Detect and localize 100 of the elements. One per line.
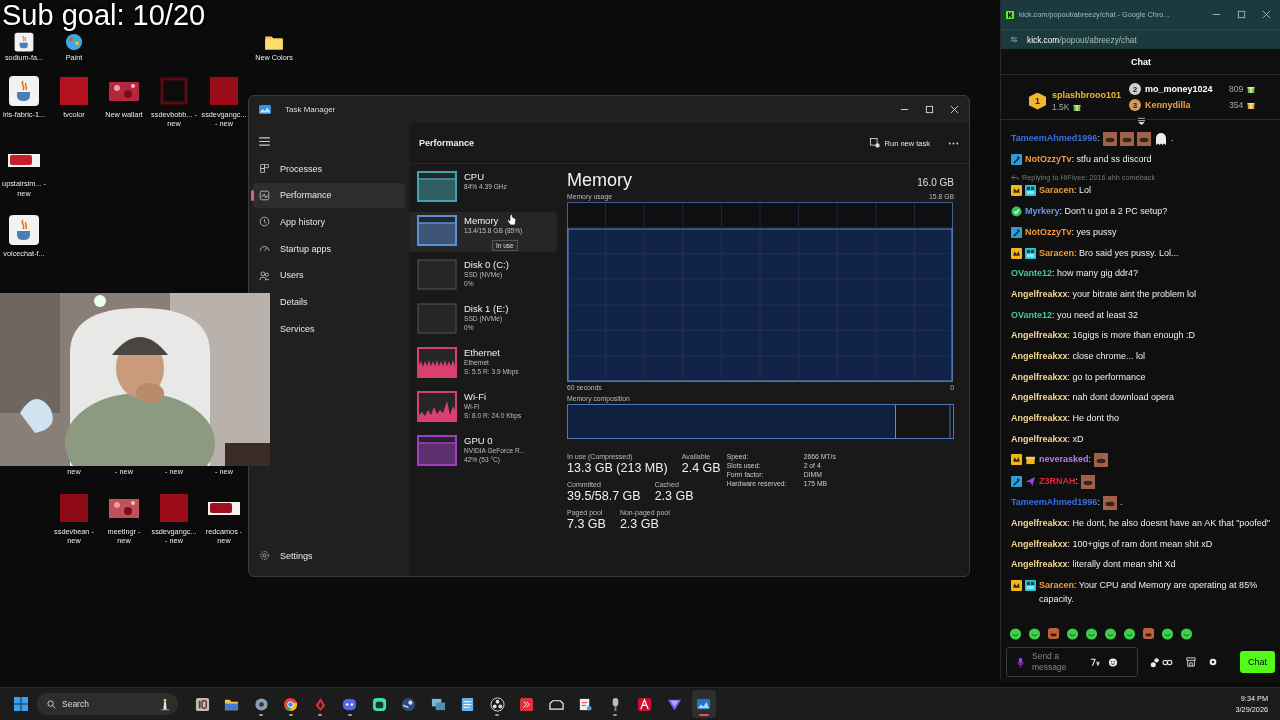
- reply-icon: [1011, 174, 1019, 182]
- hand-cursor-icon: [507, 214, 516, 226]
- crown-badge-icon: [1011, 454, 1022, 466]
- gift-count: 1.5K: [1052, 102, 1070, 112]
- app-tile-icon[interactable]: [371, 696, 387, 712]
- close-icon[interactable]: [1262, 10, 1271, 19]
- gift-badge-icon: [1025, 454, 1036, 466]
- og-badge-icon: [1025, 185, 1036, 197]
- coffee-cup-icon[interactable]: [8, 213, 40, 246]
- close-icon[interactable]: [950, 105, 959, 114]
- search-bar[interactable]: Search: [37, 693, 178, 715]
- chat-message: TameemAhmed1996:: [1011, 131, 1100, 145]
- leader-name[interactable]: splashbrooo101: [1052, 90, 1122, 100]
- face-emote-icon: [1081, 474, 1096, 489]
- chat-app-icon[interactable]: [342, 696, 357, 712]
- id-card-icon[interactable]: [194, 696, 210, 712]
- stat-value: 39.5/58.7 GB: [567, 489, 641, 503]
- monitor-graph-icon[interactable]: [696, 696, 711, 712]
- notepad-icon[interactable]: [460, 696, 475, 712]
- device-name: Memory: [464, 215, 499, 226]
- og-badge-icon: [1025, 580, 1036, 592]
- coffee-cup-icon[interactable]: [8, 74, 40, 107]
- sub-goal-text: Sub goal: 10/20: [2, 1, 206, 30]
- device-name: Ethernet: [464, 347, 500, 358]
- chat-text: .: [1170, 131, 1174, 145]
- nav-item[interactable]: Services: [273, 316, 405, 342]
- settings-item[interactable]: Settings: [253, 543, 405, 569]
- chat-message: Angelfreakxx: xD: [1011, 432, 1084, 446]
- arrows-icon[interactable]: [519, 696, 534, 712]
- device-graph-thumbnail: [417, 303, 457, 334]
- lighthouse-icon: [160, 697, 170, 711]
- start-icon[interactable]: [14, 697, 28, 711]
- chat-message: OVante12: how many gig ddr4?: [1011, 267, 1139, 281]
- menu-icon[interactable]: [259, 137, 270, 146]
- chat-message: Myrkery: Don't u got a 2 PC setup?: [1025, 205, 1168, 219]
- window-add-icon: [869, 138, 880, 148]
- nav-item[interactable]: App history: [253, 209, 405, 235]
- chat-message: Angelfreakxx: close chrome... lol: [1011, 349, 1146, 363]
- translate-icon[interactable]: [1090, 657, 1100, 667]
- stat-value: 13.3 GB (213 MB): [567, 461, 668, 475]
- stat-value: 2.3 GB: [654, 489, 694, 503]
- points-icon[interactable]: [1150, 656, 1174, 668]
- image-thumbnail-icon[interactable]: [58, 491, 90, 524]
- emote-icon[interactable]: [1123, 627, 1136, 640]
- nav-item[interactable]: Processes: [253, 156, 405, 181]
- browser-icon[interactable]: [283, 696, 298, 712]
- emote-icon[interactable]: [1009, 627, 1022, 640]
- aperture-icon[interactable]: [489, 696, 505, 712]
- crown-badge-icon: [1011, 247, 1022, 259]
- device-name: Disk 0 (C:): [464, 259, 509, 270]
- leader-name[interactable]: mo_money1024: [1145, 84, 1226, 94]
- window-icon[interactable]: [430, 696, 446, 712]
- peak-logo-icon[interactable]: [637, 696, 652, 712]
- rank-badge: 2: [1129, 83, 1142, 95]
- emote-icon[interactable]: [1085, 627, 1098, 640]
- more-icon[interactable]: [948, 141, 959, 145]
- nav-item[interactable]: Performance: [253, 182, 405, 208]
- emote-icon[interactable]: [1028, 627, 1041, 640]
- emote-icon[interactable]: [1161, 627, 1174, 640]
- coffee-cup-icon[interactable]: [14, 32, 34, 52]
- stat-value: 7.3 GB: [567, 517, 606, 531]
- device-name: Disk 1 (E:): [464, 303, 509, 314]
- chat-send-button[interactable]: Chat: [1240, 651, 1275, 673]
- nav-item[interactable]: Startup apps: [253, 236, 405, 262]
- image-thumbnail-icon[interactable]: [58, 74, 90, 107]
- nav-item[interactable]: Users: [253, 262, 405, 288]
- image-thumbnail-icon[interactable]: [208, 74, 240, 107]
- emote-icon[interactable]: [1066, 627, 1079, 640]
- emote-icon[interactable]: [1142, 627, 1155, 640]
- emote-icon[interactable]: [1104, 627, 1117, 640]
- stat-value: 2.4 GB: [681, 461, 721, 475]
- nav-item[interactable]: Details: [273, 289, 405, 315]
- message-field[interactable]: Send a message: [1032, 649, 1082, 675]
- store-icon[interactable]: [1186, 657, 1196, 667]
- clipboard-icon[interactable]: [578, 696, 593, 712]
- stat-value: 2.3 GB: [619, 517, 660, 531]
- app-logo-icon: [1006, 10, 1014, 19]
- leader-name[interactable]: Kennydilla: [1145, 100, 1226, 110]
- chat-message: Angelfreakxx: go to performance: [1011, 370, 1146, 384]
- rank-badge: 3: [1129, 99, 1142, 111]
- palette-icon[interactable]: [64, 32, 84, 52]
- maximize-icon[interactable]: [1237, 10, 1246, 19]
- emote-icon[interactable]: [1047, 627, 1060, 640]
- resource-title: Memory: [567, 170, 632, 191]
- image-thumbnail-icon[interactable]: [158, 491, 190, 524]
- emote-icon[interactable]: [1180, 627, 1193, 640]
- chat-message: NotOzzyTv: stfu and ss discord: [1025, 152, 1152, 166]
- sword-badge-icon: [1011, 153, 1022, 165]
- face-emote-icon: [1119, 131, 1134, 146]
- grid-icon: [259, 163, 270, 174]
- message-box[interactable]: Send a message: [1006, 647, 1138, 677]
- collapse-icon[interactable]: [1136, 117, 1146, 125]
- site-settings-icon[interactable]: [1010, 36, 1018, 43]
- gift-count: 809: [1229, 84, 1244, 94]
- device-graph-thumbnail: [417, 259, 457, 290]
- emoji-icon[interactable]: [1108, 657, 1118, 667]
- disc-icon[interactable]: [401, 696, 416, 712]
- search-field[interactable]: Search: [62, 697, 142, 711]
- microphone-icon[interactable]: [1017, 656, 1024, 668]
- maximize-icon[interactable]: [925, 105, 934, 114]
